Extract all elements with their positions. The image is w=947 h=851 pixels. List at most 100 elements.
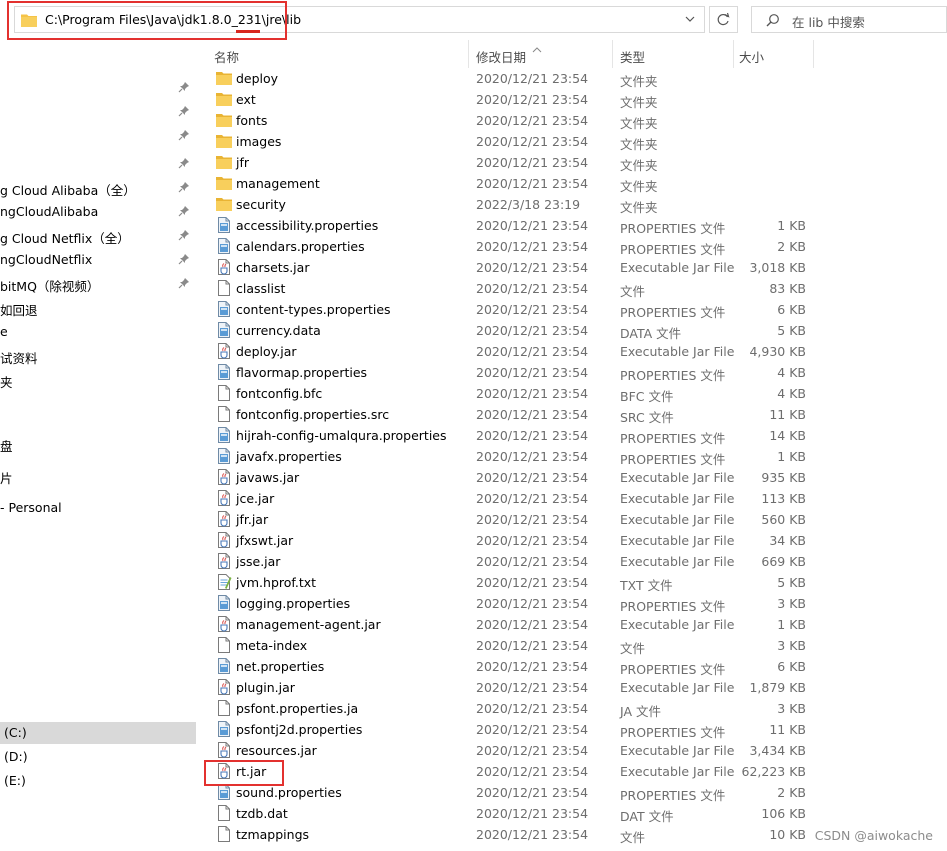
file-size: 10 KB: [769, 827, 806, 842]
file-row[interactable]: sound.properties 2020/12/21 23:54 PROPERTI…: [196, 782, 947, 803]
column-divider[interactable]: [468, 40, 469, 68]
address-path[interactable]: C:\Program Files\Java\jdk1.8.0_231\jre\l…: [45, 12, 301, 27]
file-row[interactable]: management-agent.jar 2020/12/21 23:54 Exec…: [196, 614, 947, 635]
sidebar-drive-item[interactable]: (E:): [0, 770, 196, 792]
file-row[interactable]: charsets.jar 2020/12/21 23:54 Executable J…: [196, 257, 947, 278]
column-divider[interactable]: [813, 40, 814, 68]
file-row[interactable]: fontconfig.properties.src 2020/12/21 23:5…: [196, 404, 947, 425]
toolbar: C:\Program Files\Java\jdk1.8.0_231\jre\l…: [0, 0, 947, 40]
file-row[interactable]: jfr.jar 2020/12/21 23:54 Executable Jar Fi…: [196, 509, 947, 530]
file-row[interactable]: resources.jar 2020/12/21 23:54 Executable …: [196, 740, 947, 761]
pin-icon[interactable]: [178, 129, 190, 144]
sidebar-item[interactable]: g Cloud Alibaba（全）: [0, 177, 196, 199]
file-size: 5 KB: [777, 323, 806, 338]
file-row[interactable]: psfont.properties.ja 2020/12/21 23:54 JA 文…: [196, 698, 947, 719]
sidebar-drive-item[interactable]: (C:): [0, 722, 196, 744]
column-header-type[interactable]: 类型: [620, 47, 645, 66]
column-divider[interactable]: [733, 40, 734, 68]
file-name: management: [236, 176, 320, 191]
jar-file-icon: [216, 259, 232, 278]
file-row[interactable]: deploy 2020/12/21 23:54 文件夹: [196, 68, 947, 89]
sidebar-item-label: ngCloudAlibaba: [0, 204, 99, 219]
file-size: 34 KB: [769, 533, 806, 548]
sidebar-item[interactable]: ngCloudAlibaba: [0, 201, 196, 223]
search-box[interactable]: 在 lib 中搜索: [751, 6, 947, 33]
sidebar-item[interactable]: ngCloudNetflix: [0, 249, 196, 271]
file-row[interactable]: jsse.jar 2020/12/21 23:54 Executable Jar F…: [196, 551, 947, 572]
sidebar-item[interactable]: bitMQ（除视频）: [0, 273, 196, 295]
file-row[interactable]: classlist 2020/12/21 23:54 文件 83 KB: [196, 278, 947, 299]
jar-file-icon: [216, 763, 232, 782]
file-type: PROPERTIES 文件: [620, 242, 726, 257]
file-row[interactable]: flavormap.properties 2020/12/21 23:54 PROP…: [196, 362, 947, 383]
file-row[interactable]: ext 2020/12/21 23:54 文件夹: [196, 89, 947, 110]
pin-icon[interactable]: [178, 157, 190, 172]
file-row[interactable]: content-types.properties 2020/12/21 23:54…: [196, 299, 947, 320]
file-size: 3 KB: [777, 596, 806, 611]
file-row[interactable]: security 2022/3/18 23:19 文件夹: [196, 194, 947, 215]
file-row[interactable]: accessibility.properties 2020/12/21 23:54…: [196, 215, 947, 236]
file-row[interactable]: hijrah-config-umalqura.properties 2020/12…: [196, 425, 947, 446]
file-row[interactable]: images 2020/12/21 23:54 文件夹: [196, 131, 947, 152]
file-row[interactable]: fonts 2020/12/21 23:54 文件夹: [196, 110, 947, 131]
sidebar-item[interactable]: [0, 125, 196, 147]
file-row[interactable]: jfxswt.jar 2020/12/21 23:54 Executable Jar…: [196, 530, 947, 551]
file-type: Executable Jar File: [620, 617, 735, 632]
file-row[interactable]: management 2020/12/21 23:54 文件夹: [196, 173, 947, 194]
file-row[interactable]: tzdb.dat 2020/12/21 23:54 DAT 文件 106 KB: [196, 803, 947, 824]
sidebar-item[interactable]: g Cloud Netflix（全）: [0, 225, 196, 247]
sidebar-item[interactable]: 夹: [0, 369, 196, 391]
file-date: 2020/12/21 23:54: [476, 428, 589, 443]
file-row[interactable]: jce.jar 2020/12/21 23:54 Executable Jar Fi…: [196, 488, 947, 509]
file-icon: [216, 700, 232, 719]
file-row[interactable]: jvm.hprof.txt 2020/12/21 23:54 TXT 文件 5 KB: [196, 572, 947, 593]
pin-icon[interactable]: [178, 205, 190, 220]
file-row[interactable]: javafx.properties 2020/12/21 23:54 PROPERT…: [196, 446, 947, 467]
sidebar-item[interactable]: - Personal: [0, 497, 196, 519]
file-icon: [216, 805, 232, 824]
file-row[interactable]: rt.jar 2020/12/21 23:54 Executable Jar Fil…: [196, 761, 947, 782]
file-row[interactable]: plugin.jar 2020/12/21 23:54 Executable Jar…: [196, 677, 947, 698]
file-type: PROPERTIES 文件: [620, 788, 726, 803]
file-type: 文件夹: [620, 137, 658, 152]
pin-icon[interactable]: [178, 229, 190, 244]
sidebar-drive-item[interactable]: (D:): [0, 746, 196, 768]
pin-icon[interactable]: [178, 105, 190, 120]
file-row[interactable]: deploy.jar 2020/12/21 23:54 Executable Jar…: [196, 341, 947, 362]
file-row[interactable]: javaws.jar 2020/12/21 23:54 Executable Jar…: [196, 467, 947, 488]
file-row[interactable]: meta-index 2020/12/21 23:54 文件 3 KB: [196, 635, 947, 656]
refresh-button[interactable]: [709, 6, 738, 33]
pin-icon[interactable]: [178, 277, 190, 292]
column-divider[interactable]: [612, 40, 613, 68]
sidebar-item[interactable]: 盘: [0, 433, 196, 455]
file-type: Executable Jar File: [620, 743, 735, 758]
sidebar-item[interactable]: 试资料: [0, 345, 196, 367]
file-icon: [216, 637, 232, 656]
file-date: 2020/12/21 23:54: [476, 659, 589, 674]
file-size: 14 KB: [769, 428, 806, 443]
pin-icon[interactable]: [178, 181, 190, 196]
sidebar-item[interactable]: [0, 101, 196, 123]
file-row[interactable]: fontconfig.bfc 2020/12/21 23:54 BFC 文件 4 KB: [196, 383, 947, 404]
sidebar-item[interactable]: 片: [0, 465, 196, 487]
column-header-size[interactable]: 大小: [739, 47, 764, 66]
pin-icon[interactable]: [178, 253, 190, 268]
search-placeholder[interactable]: 在 lib 中搜索: [792, 12, 865, 31]
column-header-name[interactable]: 名称: [214, 47, 239, 66]
chevron-down-icon[interactable]: [682, 10, 698, 28]
file-row[interactable]: psfontj2d.properties 2020/12/21 23:54 PROP…: [196, 719, 947, 740]
file-row[interactable]: logging.properties 2020/12/21 23:54 PROPER…: [196, 593, 947, 614]
column-header-date[interactable]: 修改日期: [476, 47, 526, 66]
file-row[interactable]: currency.data 2020/12/21 23:54 DATA 文件 5 KB: [196, 320, 947, 341]
sidebar-item[interactable]: [0, 77, 196, 99]
file-row[interactable]: net.properties 2020/12/21 23:54 PROPERTIES…: [196, 656, 947, 677]
pin-icon[interactable]: [178, 81, 190, 96]
file-row[interactable]: calendars.properties 2020/12/21 23:54 PROP…: [196, 236, 947, 257]
file-date: 2020/12/21 23:54: [476, 323, 589, 338]
sidebar-item[interactable]: 如回退: [0, 297, 196, 319]
address-bar[interactable]: C:\Program Files\Java\jdk1.8.0_231\jre\l…: [14, 6, 705, 33]
sidebar-item[interactable]: [0, 153, 196, 175]
file-size: 6 KB: [777, 659, 806, 674]
sidebar-item[interactable]: e: [0, 321, 196, 343]
file-row[interactable]: jfr 2020/12/21 23:54 文件夹: [196, 152, 947, 173]
